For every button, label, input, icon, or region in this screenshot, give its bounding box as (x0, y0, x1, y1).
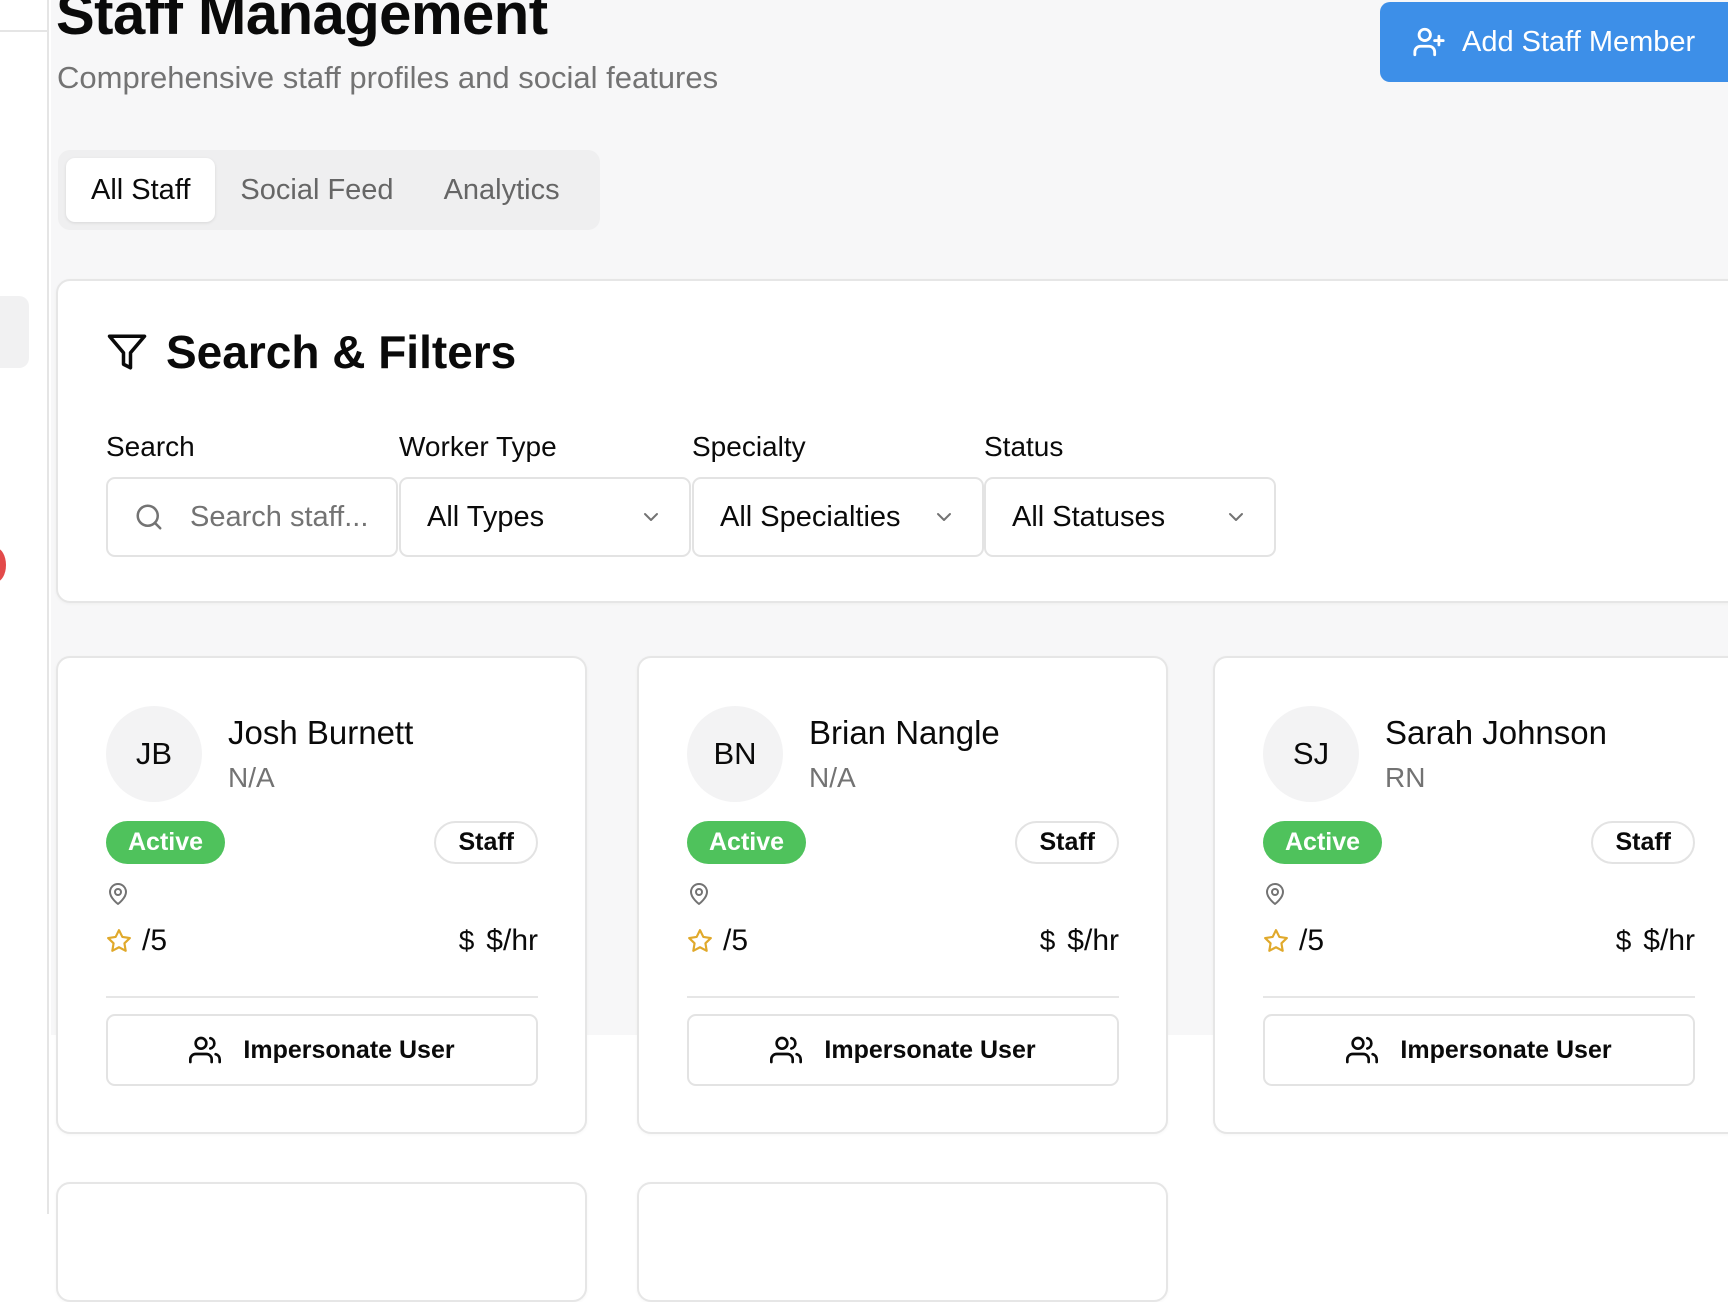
rating-value: /5 (142, 924, 168, 957)
search-icon (134, 502, 164, 532)
staff-card: JB Josh Burnett N/A Active Staff /5 $ $/… (56, 656, 587, 1134)
worker-type-filter: Worker Type All Types (399, 431, 691, 557)
rating-value: /5 (1299, 924, 1325, 957)
view-tabs: All Staff Social Feed Analytics (58, 150, 600, 230)
hourly-rate-value: $/hr (1067, 924, 1119, 957)
rating-value: /5 (723, 924, 749, 957)
staff-card: SJ Sarah Johnson RN Active Staff /5 $ $/… (1213, 656, 1728, 1134)
impersonate-user-label: Impersonate User (243, 1035, 455, 1064)
impersonate-user-button[interactable]: Impersonate User (687, 1014, 1119, 1086)
chevron-down-icon (1224, 505, 1248, 529)
chevron-down-icon (932, 505, 956, 529)
worker-type-badge: Staff (434, 821, 538, 864)
card-divider (687, 996, 1119, 998)
avatar: BN (687, 706, 783, 802)
status-badge: Active (687, 821, 807, 864)
map-pin-icon (106, 882, 130, 906)
dollar-icon: $ (1615, 925, 1632, 956)
specialty-value: All Specialties (720, 500, 901, 533)
status-badge: Active (106, 821, 226, 864)
card-divider (106, 996, 538, 998)
tab-analytics[interactable]: Analytics (419, 158, 585, 222)
impersonate-user-button[interactable]: Impersonate User (106, 1014, 538, 1086)
star-icon (1263, 928, 1289, 954)
staff-card (637, 1182, 1168, 1302)
funnel-icon (106, 331, 148, 373)
staff-name: Josh Burnett (228, 714, 414, 751)
map-pin-icon (687, 882, 711, 906)
status-badge: Active (1263, 821, 1383, 864)
worker-type-select[interactable]: All Types (399, 477, 691, 557)
staff-rating: /5 (687, 924, 748, 958)
map-pin-icon (1263, 882, 1287, 906)
add-staff-member-button[interactable]: Add Staff Member (1380, 2, 1728, 82)
tab-all-staff[interactable]: All Staff (66, 158, 216, 222)
impersonate-user-button[interactable]: Impersonate User (1263, 1014, 1695, 1086)
avatar: SJ (1263, 706, 1359, 802)
hourly-rate: $ $/hr (1616, 924, 1695, 958)
chevron-down-icon (639, 505, 663, 529)
status-select[interactable]: All Statuses (984, 477, 1276, 557)
sidebar (0, 0, 49, 1214)
tab-social-feed[interactable]: Social Feed (215, 158, 418, 222)
staff-role: RN (1385, 762, 1426, 793)
hourly-rate-value: $/hr (1643, 924, 1695, 957)
status-label: Status (984, 431, 1064, 462)
search-filters-card: Search & Filters Search Worker Type All … (56, 279, 1728, 603)
dollar-icon: $ (1039, 925, 1056, 956)
dollar-icon: $ (458, 925, 475, 956)
page-subtitle: Comprehensive staff profiles and social … (57, 60, 719, 95)
search-field[interactable] (106, 477, 398, 557)
staff-role: N/A (228, 762, 275, 793)
status-filter: Status All Statuses (984, 431, 1276, 557)
hourly-rate-value: $/hr (486, 924, 538, 957)
search-label: Search (106, 431, 195, 462)
search-filter: Search (106, 431, 398, 557)
sidebar-divider (0, 30, 49, 32)
star-icon (106, 928, 132, 954)
add-staff-member-label: Add Staff Member (1462, 25, 1696, 58)
card-divider (1263, 996, 1695, 998)
staff-name: Brian Nangle (809, 714, 1000, 751)
star-icon (687, 928, 713, 954)
impersonate-user-label: Impersonate User (824, 1035, 1036, 1064)
notification-badge (0, 548, 6, 582)
users-icon (189, 1034, 222, 1066)
search-input[interactable] (190, 500, 380, 534)
avatar: JB (106, 706, 202, 802)
user-plus-icon (1412, 25, 1446, 59)
staff-name: Sarah Johnson (1385, 714, 1607, 751)
sidebar-active-item[interactable] (0, 296, 29, 368)
status-value: All Statuses (1012, 500, 1166, 533)
users-icon (770, 1034, 803, 1066)
staff-rating: /5 (106, 924, 167, 958)
users-icon (1346, 1034, 1379, 1066)
worker-type-label: Worker Type (399, 431, 557, 462)
specialty-select[interactable]: All Specialties (692, 477, 984, 557)
staff-card (56, 1182, 587, 1302)
worker-type-badge: Staff (1591, 821, 1695, 864)
staff-role: N/A (809, 762, 856, 793)
staff-rating: /5 (1263, 924, 1324, 958)
impersonate-user-label: Impersonate User (1400, 1035, 1612, 1064)
hourly-rate: $ $/hr (1040, 924, 1119, 958)
worker-type-badge: Staff (1015, 821, 1119, 864)
search-filters-heading: Search & Filters (106, 325, 516, 379)
worker-type-value: All Types (427, 500, 545, 533)
specialty-filter: Specialty All Specialties (692, 431, 984, 557)
staff-card: BN Brian Nangle N/A Active Staff /5 $ $/… (637, 656, 1168, 1134)
specialty-label: Specialty (692, 431, 806, 462)
page-title: Staff Management (56, 0, 548, 47)
search-filters-title: Search & Filters (166, 326, 517, 378)
hourly-rate: $ $/hr (459, 924, 538, 958)
